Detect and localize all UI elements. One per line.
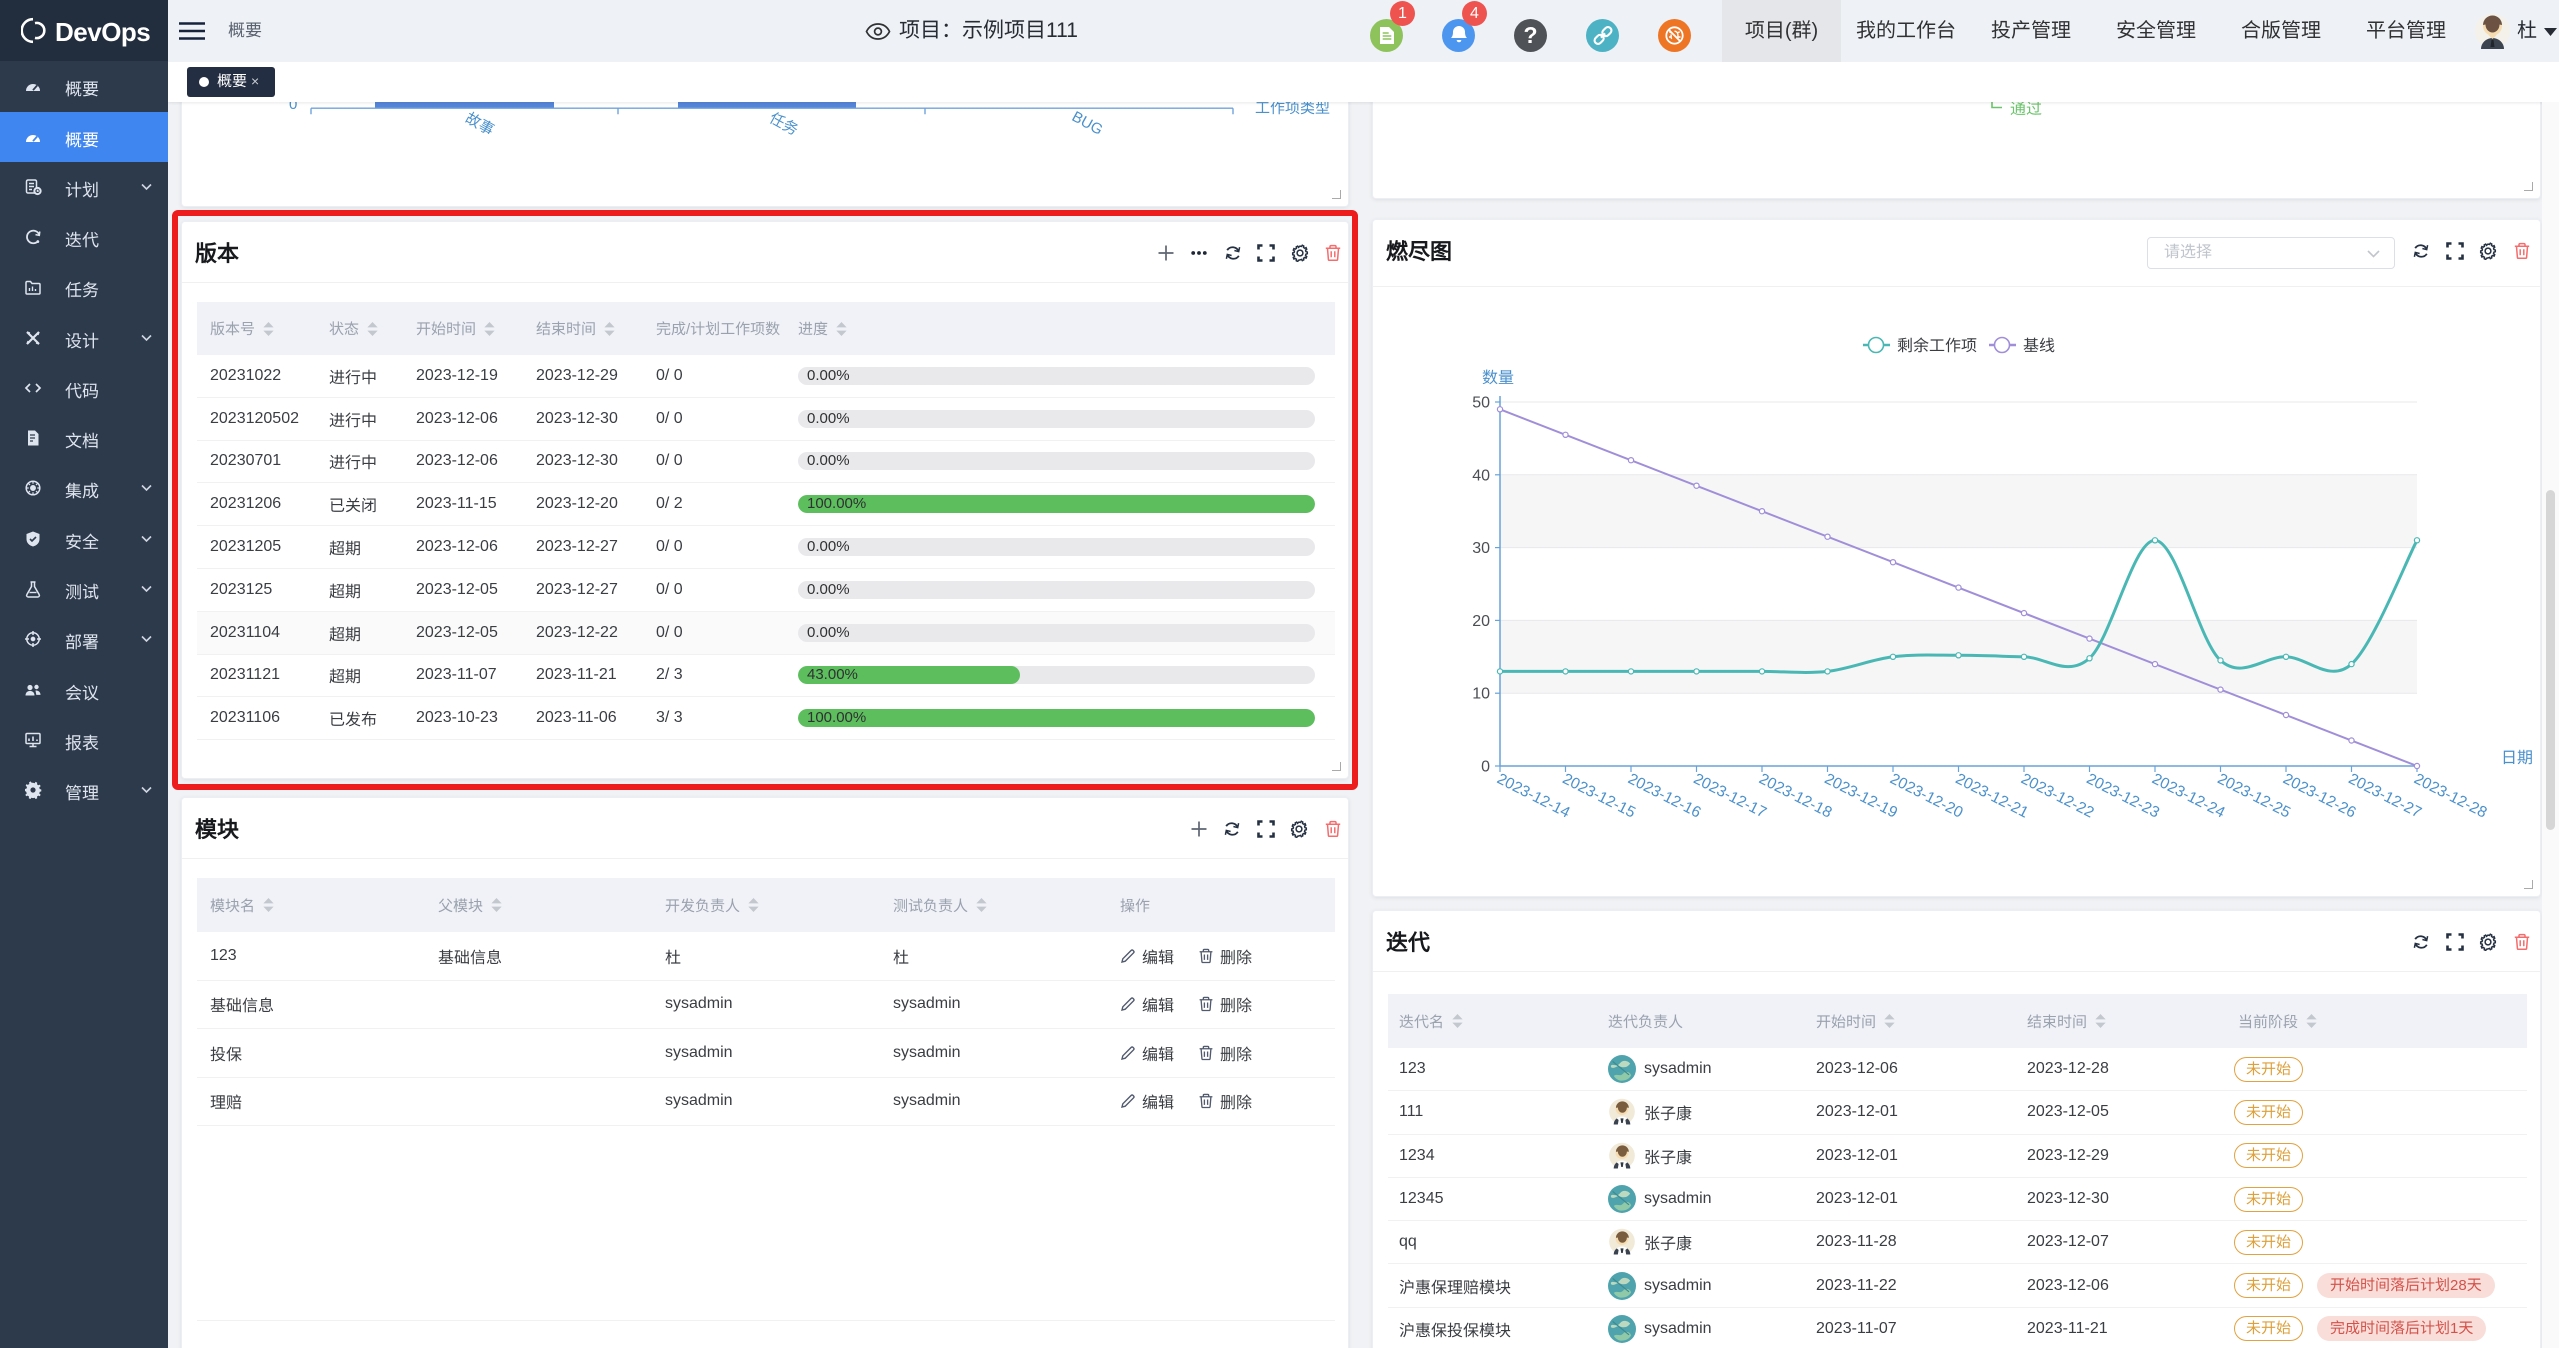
svg-text:2023-12-21: 2023-12-21 (1953, 770, 2031, 821)
svg-text:2023-12-24: 2023-12-24 (2149, 770, 2228, 821)
svg-text:2023-12-22: 2023-12-22 (2018, 770, 2096, 821)
svg-text:剩余工作项: 剩余工作项 (1897, 337, 1977, 355)
svg-text:50: 50 (1472, 395, 1490, 412)
svg-text:2023-12-28: 2023-12-28 (2411, 770, 2489, 821)
svg-text:2023-12-20: 2023-12-20 (1887, 770, 1966, 821)
svg-text:0: 0 (1481, 759, 1490, 776)
svg-text:日期: 日期 (2501, 749, 2533, 767)
svg-text:2023-12-23: 2023-12-23 (2084, 770, 2162, 821)
svg-text:2023-12-15: 2023-12-15 (1560, 770, 1638, 821)
svg-text:2023-12-14: 2023-12-14 (1494, 770, 1573, 821)
svg-text:2023-12-27: 2023-12-27 (2346, 770, 2424, 821)
svg-text:2023-12-17: 2023-12-17 (1691, 770, 1769, 821)
svg-text:2023-12-16: 2023-12-16 (1625, 770, 1703, 821)
svg-text:30: 30 (1472, 540, 1490, 557)
svg-text:2023-12-25: 2023-12-25 (2215, 770, 2293, 821)
svg-text:2023-12-19: 2023-12-19 (1822, 770, 1900, 821)
svg-text:10: 10 (1472, 686, 1490, 703)
svg-text:20: 20 (1472, 613, 1490, 630)
svg-text:40: 40 (1472, 467, 1490, 484)
svg-text:基线: 基线 (2023, 337, 2055, 355)
svg-text:数量: 数量 (1482, 369, 1514, 387)
svg-text:2023-12-18: 2023-12-18 (1756, 770, 1834, 821)
svg-text:2023-12-26: 2023-12-26 (2280, 770, 2358, 821)
